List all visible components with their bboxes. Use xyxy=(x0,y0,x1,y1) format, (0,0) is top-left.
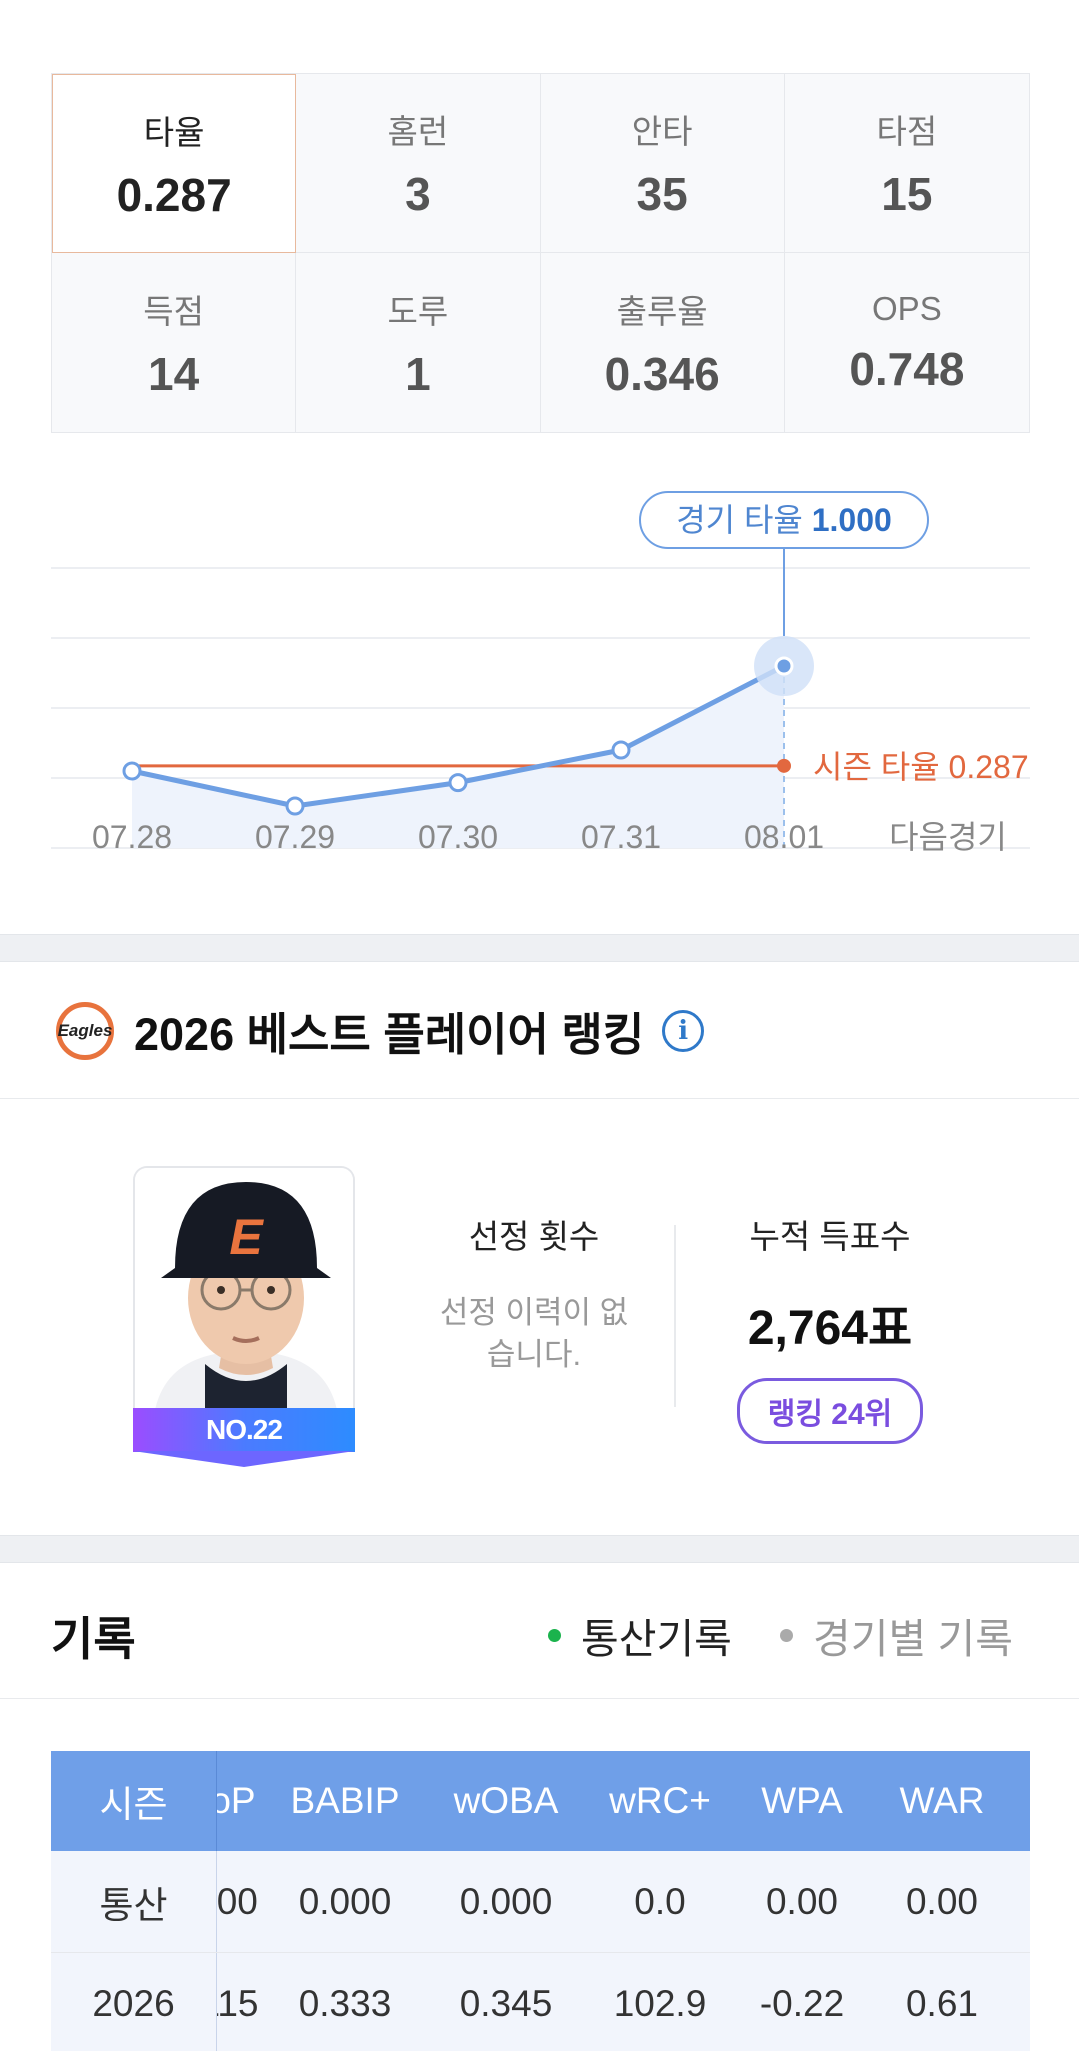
stat-label: 안타 xyxy=(631,113,693,150)
records-table[interactable]: oP BABIP wOBA wRC+ WPA WAR 시즌 000 0.000 … xyxy=(51,1751,1030,2051)
stat-runs[interactable]: 득점 14 xyxy=(52,253,297,432)
card-tip xyxy=(133,1451,355,1467)
votes-block: 누적 득표수 2,764표 랭킹 24위 xyxy=(710,1210,950,1444)
section-divider xyxy=(0,1535,1079,1563)
data-point xyxy=(611,740,631,760)
column-header: WPA xyxy=(761,1780,843,1821)
season-average-label: 시즌 타율 0.287 xyxy=(813,749,1029,785)
table-cell-season: 통산 xyxy=(51,1851,217,1952)
data-point xyxy=(122,761,142,781)
player-photo: E xyxy=(133,1166,355,1408)
table-cell: 102.9 xyxy=(613,1982,707,2024)
table-cell: 115 xyxy=(217,1982,259,2024)
table-cell: 000 xyxy=(217,1880,258,1922)
table-row: 000 0.000 0.000 0.0 0.00 0.00 통산 xyxy=(51,1851,1030,1953)
stat-value: 0.748 xyxy=(849,342,965,395)
table-header: oP BABIP wOBA wRC+ WPA WAR 시즌 xyxy=(51,1751,1030,1851)
table-row: 115 0.333 0.345 102.9 -0.22 0.61 2026 xyxy=(51,1953,1030,2051)
stat-home-runs[interactable]: 홈런 3 xyxy=(296,74,541,253)
section-divider xyxy=(0,934,1079,962)
stat-batting-average[interactable]: 타율 0.287 xyxy=(52,74,297,253)
ranking-title: 2026 베스트 플레이어 랭킹 xyxy=(134,1009,645,1060)
x-tick-label: 07.30 xyxy=(418,819,498,855)
records-header: 기록 통산기록 경기별 기록 xyxy=(0,1563,1079,1699)
tab-total-records[interactable]: 통산기록 xyxy=(548,1605,732,1665)
stat-label: 득점 xyxy=(143,292,204,330)
player-card[interactable]: E NO.22 xyxy=(133,1166,355,1468)
table-cell: -0.22 xyxy=(759,1982,845,2024)
info-icon[interactable]: i xyxy=(662,1009,705,1052)
batting-average-chart: 시즌 타율 0.287 경기 타율 1.000 07.28 07.29 07.30 07.… xyxy=(51,491,1030,855)
svg-text:E: E xyxy=(229,1209,264,1265)
tab-label: 경기별 기록 xyxy=(813,1616,1013,1662)
x-tick-label: 07.28 xyxy=(92,819,172,855)
column-header-season: 시즌 xyxy=(51,1751,217,1851)
stat-label: 출루율 xyxy=(616,292,708,330)
selected-data-point xyxy=(774,656,794,676)
tab-game-records[interactable]: 경기별 기록 xyxy=(780,1605,1013,1665)
stat-label: 타점 xyxy=(876,113,938,150)
data-point xyxy=(285,796,305,816)
table-cell-season: 2026 xyxy=(51,1953,217,2051)
tooltip-text: 경기 타율 1.000 xyxy=(676,502,892,538)
stat-value: 0.346 xyxy=(604,347,720,400)
stat-value: 35 xyxy=(636,168,688,220)
stat-rbi[interactable]: 타점 15 xyxy=(784,74,1029,253)
stat-value: 15 xyxy=(881,168,933,220)
table-cell: 0.000 xyxy=(298,1880,392,1922)
selection-count-block: 선정 횟수 선정 이력이 없습니다. xyxy=(434,1210,634,1376)
stat-value: 1 xyxy=(405,347,431,400)
vertical-divider xyxy=(674,1225,676,1407)
stat-ops[interactable]: OPS 0.748 xyxy=(785,253,1029,432)
ranking-header: Eagles 2026 베스트 플레이어 랭킹 i xyxy=(0,963,1079,1099)
votes-value: 2,764표 xyxy=(747,1302,913,1355)
season-average-marker xyxy=(777,758,791,773)
votes-title: 누적 득표수 xyxy=(749,1218,911,1255)
table-cell: 0.0 xyxy=(634,1880,686,1922)
table-cell: 0.00 xyxy=(765,1880,838,1922)
column-header: wOBA xyxy=(453,1780,559,1821)
x-tick-label: 다음경기 xyxy=(889,819,1007,855)
stat-label: 타율 xyxy=(143,113,205,151)
stat-value: 14 xyxy=(148,347,200,400)
rank-badge[interactable]: 랭킹 24위 xyxy=(736,1378,924,1444)
column-header: oP xyxy=(217,1780,256,1821)
column-header: WAR xyxy=(899,1780,985,1821)
selection-title: 선정 횟수 xyxy=(468,1218,600,1255)
table-cell: 0.00 xyxy=(905,1880,978,1922)
active-dot-icon xyxy=(548,1628,561,1642)
stat-value: 3 xyxy=(405,168,431,220)
stat-label: OPS xyxy=(872,289,942,327)
inactive-dot-icon xyxy=(780,1628,793,1642)
team-logo: Eagles xyxy=(56,1001,114,1060)
x-tick-label: 07.31 xyxy=(581,819,661,855)
stat-value: 0.287 xyxy=(116,168,232,221)
stat-label: 도루 xyxy=(387,292,449,330)
column-header: BABIP xyxy=(290,1780,400,1821)
stat-steals[interactable]: 도루 1 xyxy=(296,253,541,432)
table-cell: 0.333 xyxy=(298,1982,392,2024)
stat-label: 홈런 xyxy=(387,113,449,150)
x-tick-label: 07.29 xyxy=(255,819,335,855)
stat-hits[interactable]: 안타 35 xyxy=(540,74,785,253)
tab-label: 통산기록 xyxy=(581,1616,732,1662)
records-title: 기록 xyxy=(51,1613,136,1665)
x-tick-label: 08.01 xyxy=(744,819,824,855)
table-cell: 0.000 xyxy=(459,1880,553,1922)
stats-grid: 타율 0.287 홈런 3 안타 35 타점 15 득점 14 도루 1 출루율… xyxy=(51,73,1030,433)
stat-obp[interactable]: 출루율 0.346 xyxy=(541,253,785,432)
selection-empty: 선정 이력이 없습니다. xyxy=(439,1295,629,1372)
player-number: NO.22 xyxy=(133,1408,355,1452)
table-cell: 0.61 xyxy=(905,1982,978,2024)
table-cell: 0.345 xyxy=(459,1982,553,2024)
data-point xyxy=(448,773,468,793)
column-header: wRC+ xyxy=(609,1780,711,1821)
